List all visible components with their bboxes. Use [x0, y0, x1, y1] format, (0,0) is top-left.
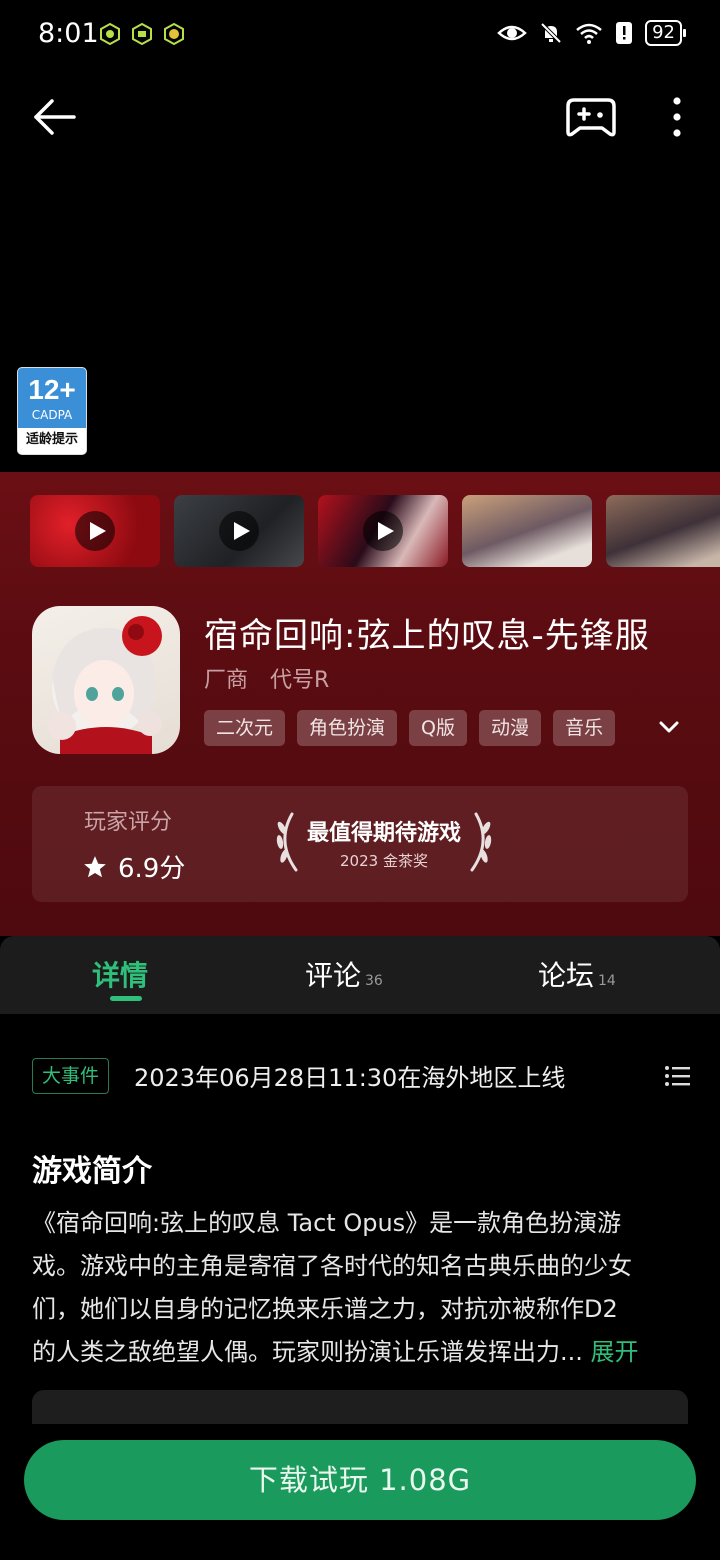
intro-heading: 游戏简介: [32, 1154, 152, 1189]
tag[interactable]: Q版: [409, 710, 467, 746]
tag[interactable]: 角色扮演: [297, 710, 398, 746]
tag[interactable]: 二次元: [204, 710, 286, 746]
app-notification-icon: [100, 22, 120, 46]
screenshot-thumbnail[interactable]: [462, 495, 592, 567]
tab-count: 36: [365, 973, 383, 989]
tab-count: 14: [598, 973, 616, 989]
intro-line: 《宿命回响:弦上的叹息 Tact Opus》是一款角色扮演游: [32, 1209, 622, 1237]
star-icon: [84, 855, 106, 877]
tab-details[interactable]: 详情: [92, 954, 148, 994]
status-time: 8:01: [38, 18, 99, 49]
gamepad-icon[interactable]: [566, 94, 616, 140]
active-tab-indicator: [110, 996, 142, 1001]
list-icon[interactable]: [664, 1064, 690, 1088]
tab-forum[interactable]: 论坛 14: [538, 954, 616, 994]
play-icon: [363, 511, 403, 551]
system-icons: 92: [497, 20, 686, 46]
tab-label: 详情: [92, 959, 149, 992]
developer-row[interactable]: 厂商 代号R: [204, 662, 329, 694]
play-icon: [219, 511, 259, 551]
app-notification-icon: [132, 22, 152, 46]
event-text[interactable]: 2023年06月28日11:30在海外地区上线: [134, 1058, 565, 1093]
chevron-down-icon[interactable]: [654, 712, 684, 742]
tag-list: 二次元 角色扮演 Q版 动漫 音乐: [204, 710, 616, 746]
intro-line-last: 的人类之敌绝望人偶。玩家则扮演让乐谱发挥出力... 展开: [32, 1331, 688, 1374]
app-notification-icon: [164, 22, 184, 46]
mute-bell-icon: [540, 22, 562, 44]
app-icon-art: [48, 616, 162, 754]
back-arrow-icon[interactable]: [30, 92, 80, 142]
rating-note: 适龄提示: [25, 432, 78, 447]
more-options-icon[interactable]: [660, 94, 694, 140]
notification-icons: [98, 22, 186, 46]
app-icon: [32, 606, 180, 754]
score-label: 玩家评分: [84, 810, 173, 835]
wifi-icon: [576, 23, 602, 44]
video-thumbnail[interactable]: [318, 495, 448, 567]
media-carousel[interactable]: [30, 495, 720, 567]
intro-line: 们，她们以自身的记忆换来乐谱之力，对抗亦被称作D2: [32, 1295, 618, 1323]
play-icon: [75, 511, 115, 551]
rating-org: CADPA: [31, 408, 73, 422]
score-value: 6.9分: [118, 854, 186, 884]
age-rating: 12+: [28, 374, 76, 405]
expand-link[interactable]: 展开: [591, 1338, 639, 1366]
screenshot-thumbnail[interactable]: [606, 495, 720, 567]
tag[interactable]: 动漫: [479, 710, 542, 746]
alert-icon: [616, 22, 633, 44]
developer-label: 厂商: [204, 668, 249, 693]
download-button[interactable]: 下载试玩 1.08G: [24, 1440, 696, 1520]
age-rating-badge: 12+ CADPA 适龄提示: [18, 368, 86, 454]
tab-label: 评论: [305, 959, 362, 992]
award-title: 最值得期待游戏: [306, 821, 461, 846]
battery-indicator: 92: [645, 20, 686, 46]
video-thumbnail[interactable]: [30, 495, 160, 567]
score-value-row: 6.9分: [82, 848, 185, 885]
tab-reviews[interactable]: 评论 36: [305, 954, 383, 994]
intro-line: 的人类之敌绝望人偶。玩家则扮演让乐谱发挥出力...: [32, 1338, 583, 1366]
tag[interactable]: 音乐: [553, 710, 616, 746]
intro-text: 《宿命回响:弦上的叹息 Tact Opus》是一款角色扮演游 戏。游戏中的主角是…: [32, 1202, 688, 1374]
eye-icon: [497, 25, 527, 41]
award-subtitle: 2023 金茶奖: [340, 852, 428, 870]
tab-label: 论坛: [538, 959, 595, 992]
event-badge: 大事件: [32, 1058, 110, 1094]
developer-name[interactable]: 代号R: [270, 662, 329, 694]
intro-line: 戏。游戏中的主角是寄宿了各时代的知名古典乐曲的少女: [32, 1252, 632, 1280]
status-bar: 8:01 92: [0, 0, 720, 70]
video-thumbnail[interactable]: [174, 495, 304, 567]
app-title: 宿命回响:弦上的叹息-先锋服: [204, 616, 650, 656]
